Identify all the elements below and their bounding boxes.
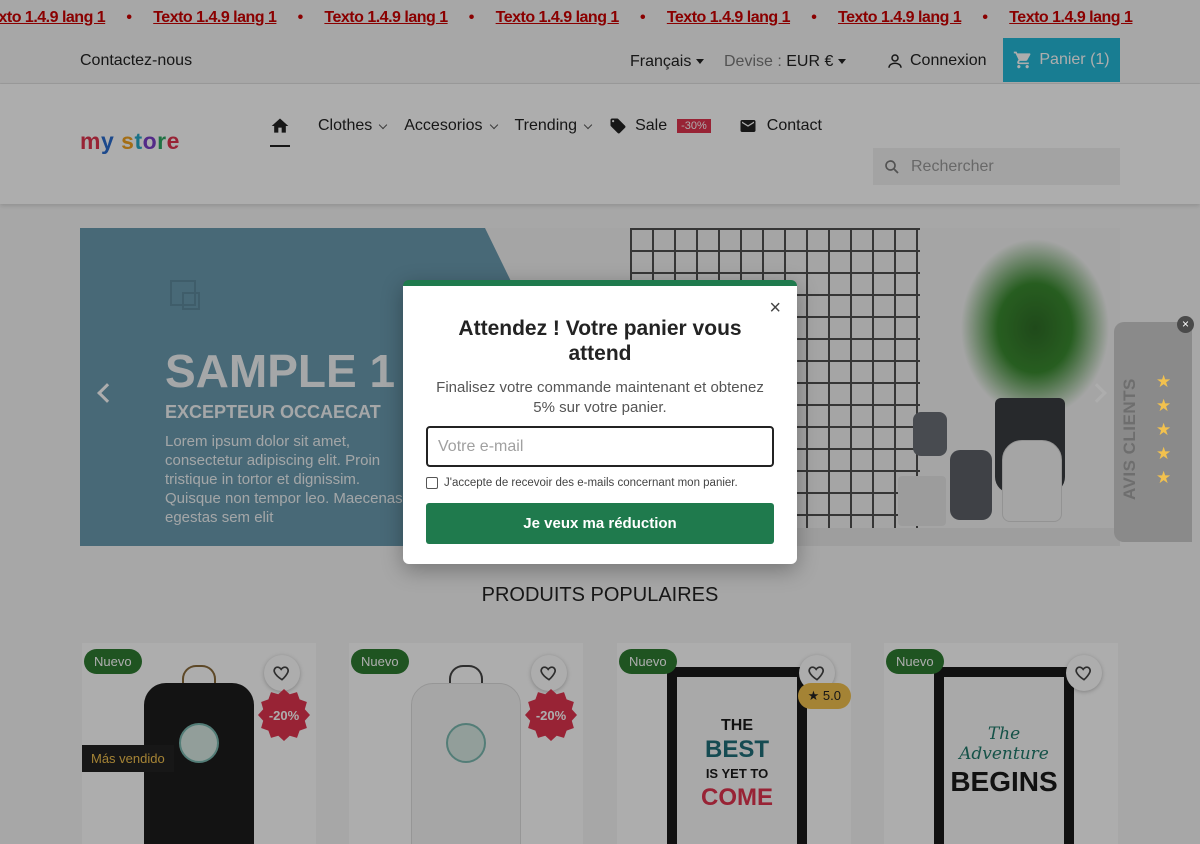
cart-reminder-modal: × Attendez ! Votre panier vous attend Fi… [403,280,797,564]
star-icon: ★ [1156,444,1172,463]
consent-label: J'accepte de recevoir des e-mails concer… [444,477,738,489]
modal-description: Finalisez votre commande maintenant et o… [436,379,764,416]
star-icon: ★ [1156,420,1172,439]
consent-checkbox[interactable] [426,477,438,489]
reviews-widget[interactable]: AVIS CLIENTS ★ ★ ★ ★ ★ [1114,322,1192,542]
star-icon: ★ [1156,468,1172,487]
modal-title: Attendez ! Votre panier vous attend [458,317,742,365]
reviews-stars: ★ ★ ★ ★ ★ [1156,372,1171,488]
star-icon: ★ [1156,396,1172,415]
email-field[interactable] [426,426,774,467]
reviews-widget-label: AVIS CLIENTS [1120,378,1139,500]
star-icon: ★ [1156,372,1172,391]
close-icon[interactable]: × [769,298,781,318]
close-icon[interactable]: × [1177,316,1194,333]
consent-checkbox-row[interactable]: J'accepte de recevoir des e-mails concer… [426,477,738,489]
get-discount-button[interactable]: Je veux ma réduction [426,503,774,544]
